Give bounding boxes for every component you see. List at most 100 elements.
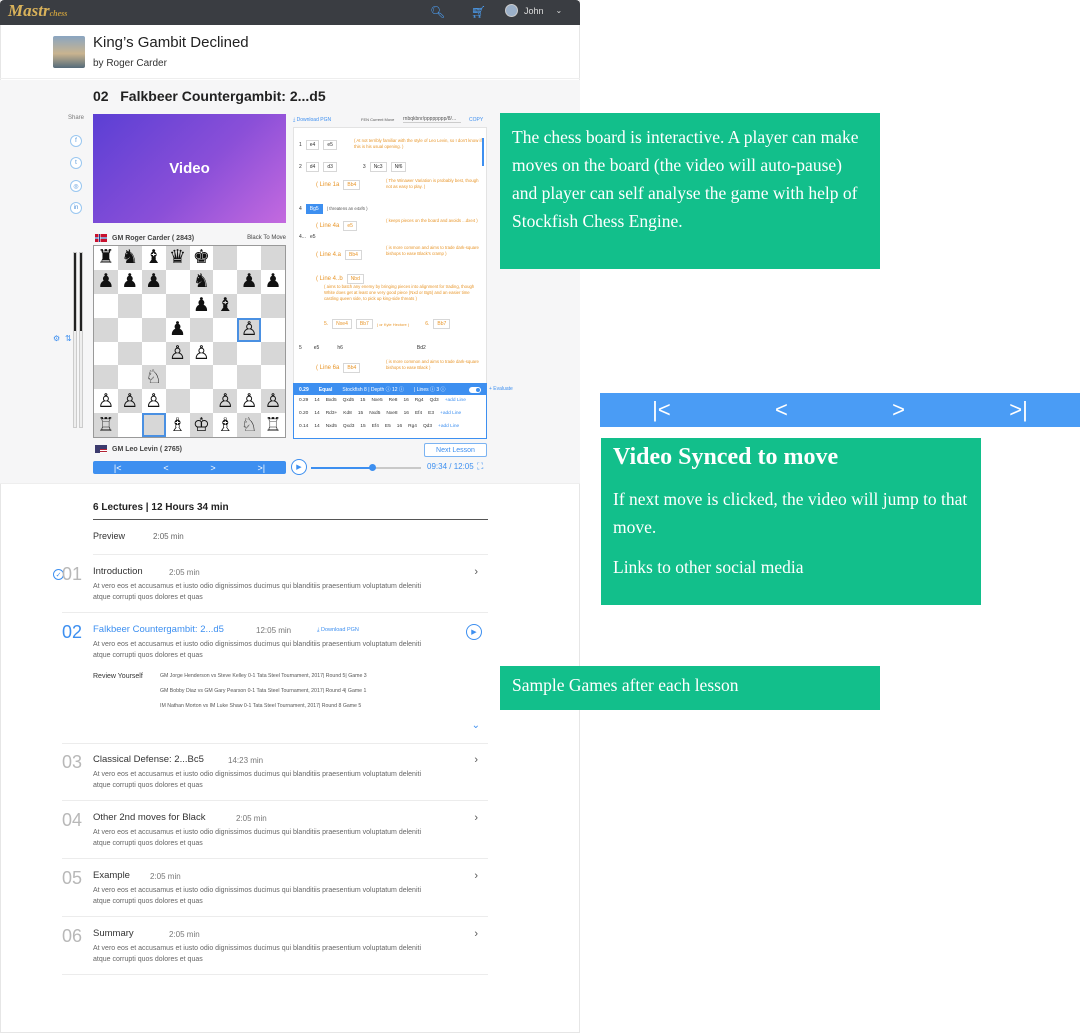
- prev-move-icon[interactable]: <: [775, 397, 788, 423]
- move-chip[interactable]: Nxe4: [332, 319, 352, 329]
- video-progress-track[interactable]: [311, 467, 421, 469]
- move-text[interactable]: e5: [314, 345, 320, 351]
- board-square[interactable]: ♞: [117, 246, 142, 270]
- search-icon[interactable]: 🔍︎: [430, 5, 445, 19]
- next-move-button[interactable]: >: [210, 463, 215, 473]
- cart-icon[interactable]: 🛒︎: [471, 5, 486, 19]
- lecture-item[interactable]: 06 Summary 2:05 min At vero eos et accusamu…: [62, 926, 488, 975]
- board-square[interactable]: ♟: [189, 293, 214, 318]
- chevron-right-icon[interactable]: ›: [474, 754, 478, 766]
- board-square[interactable]: ♝: [213, 293, 238, 318]
- move-text[interactable]: e5: [310, 234, 316, 240]
- last-move-button[interactable]: >|: [257, 463, 265, 473]
- board-square[interactable]: [117, 413, 142, 437]
- board-square[interactable]: ♙: [141, 389, 166, 414]
- board-square[interactable]: [213, 246, 238, 270]
- move-chip[interactable]: Nbd: [346, 274, 364, 284]
- board-square[interactable]: [237, 293, 262, 318]
- lecture-item[interactable]: 02 Falkbeer Countergambit: 2...d5 12:05 mi…: [62, 622, 488, 744]
- board-square[interactable]: [117, 293, 142, 318]
- board-square[interactable]: ♞: [189, 269, 214, 294]
- linkedin-icon[interactable]: in: [70, 202, 82, 214]
- play-lecture-icon[interactable]: ▶: [466, 624, 482, 640]
- engine-line[interactable]: 0.29 14 Bxd5 Qxd5 15 Nxe5 Re8 16 Rg4 Qd3 +add Line: [299, 398, 466, 403]
- board-square[interactable]: ♚: [189, 246, 214, 270]
- board-square[interactable]: [141, 341, 166, 366]
- lecture-title[interactable]: Other 2nd moves for Black: [93, 812, 205, 823]
- add-line-link[interactable]: +add Line: [440, 411, 461, 416]
- sample-game-link[interactable]: GM Bobby Diaz vs GM Gary Pearson 0-1 Tat…: [160, 688, 366, 694]
- board-square[interactable]: [261, 246, 285, 270]
- move-chip[interactable]: Bb7: [433, 319, 451, 329]
- board-square[interactable]: [237, 246, 262, 270]
- video-scrubber-handle[interactable]: [368, 464, 376, 471]
- board-square[interactable]: [94, 341, 118, 366]
- board-square[interactable]: [117, 341, 142, 366]
- board-square[interactable]: [117, 317, 142, 342]
- download-pgn-link[interactable]: ⤓ Download PGN: [317, 627, 359, 634]
- app-logo[interactable]: Mastrchess: [8, 1, 67, 21]
- chevron-right-icon[interactable]: ›: [474, 870, 478, 882]
- engine-line[interactable]: 0.20 14 Rd3+ Kd8 15 Nxd5 Nxe8 16 Ef4 E3 +add Line: [299, 411, 461, 416]
- move-chip[interactable]: Nc3: [369, 162, 387, 172]
- move-chip[interactable]: Bb7: [355, 319, 373, 329]
- board-square[interactable]: ♟: [117, 269, 142, 294]
- lecture-title[interactable]: Example: [93, 870, 130, 881]
- sample-game-link[interactable]: GM Jorge Henderson vs Steve Kelley 0-1 T…: [160, 673, 367, 679]
- board-square[interactable]: ♜: [94, 246, 118, 270]
- last-move-icon[interactable]: >|: [1009, 397, 1028, 423]
- board-square[interactable]: ♙: [261, 389, 285, 414]
- board-square[interactable]: [165, 365, 190, 390]
- flip-board-icon[interactable]: ⇅: [65, 334, 72, 343]
- board-square[interactable]: [141, 317, 166, 342]
- board-square[interactable]: [141, 413, 166, 437]
- fen-input[interactable]: rnbqkbnr/pppppppp/8/...: [403, 116, 461, 123]
- move-chip[interactable]: Nf6: [390, 162, 407, 172]
- video-player[interactable]: Video: [93, 114, 286, 223]
- copy-fen-button[interactable]: COPY: [469, 117, 483, 123]
- chevron-right-icon[interactable]: ›: [474, 812, 478, 824]
- move-chip[interactable]: Bb4: [343, 180, 361, 190]
- chevron-down-icon[interactable]: ⌄: [472, 720, 480, 731]
- board-square[interactable]: ♘: [141, 365, 166, 390]
- board-square[interactable]: [117, 365, 142, 390]
- twitter-icon[interactable]: t: [70, 157, 82, 169]
- evaluate-link[interactable]: + Evaluate: [489, 386, 513, 392]
- board-square[interactable]: ♟: [165, 317, 190, 342]
- settings-gear-icon[interactable]: ⚙: [53, 334, 60, 343]
- board-square[interactable]: ♟: [94, 269, 118, 294]
- add-line-link[interactable]: +add Line: [438, 424, 459, 429]
- lecture-item[interactable]: 01 Introduction 2:05 min At vero eos et acc…: [62, 564, 488, 613]
- lecture-title[interactable]: Falkbeer Countergambit: 2...d5: [93, 624, 224, 635]
- move-list-scrollbar[interactable]: [482, 138, 484, 166]
- board-square[interactable]: [261, 293, 285, 318]
- move-chip[interactable]: d4: [305, 162, 320, 172]
- board-square[interactable]: ♔: [189, 413, 214, 437]
- board-square[interactable]: ♙: [165, 341, 190, 366]
- board-square[interactable]: ♙: [189, 341, 214, 366]
- board-square[interactable]: [94, 317, 118, 342]
- board-square[interactable]: [189, 317, 214, 342]
- move-chip[interactable]: e4: [305, 140, 320, 150]
- engine-toggle[interactable]: [469, 386, 481, 393]
- sample-game-link[interactable]: IM Nathan Morton vs IM Luke Shaw 0-1 Tat…: [160, 703, 361, 709]
- board-square[interactable]: ♙: [213, 389, 238, 414]
- board-square[interactable]: ♟: [141, 269, 166, 294]
- download-pgn-link[interactable]: ⤓ Download PGN: [293, 117, 331, 123]
- board-square[interactable]: [94, 293, 118, 318]
- lecture-title[interactable]: Classical Defense: 2...Bc5: [93, 754, 204, 765]
- board-square[interactable]: ♗: [165, 413, 190, 437]
- play-button[interactable]: ▶: [291, 459, 307, 475]
- board-square[interactable]: [165, 389, 190, 414]
- user-menu[interactable]: John ⌄: [505, 4, 562, 17]
- board-square[interactable]: [237, 341, 262, 366]
- move-chip[interactable]: Bb4: [343, 363, 361, 373]
- current-move-chip[interactable]: Bg5: [305, 204, 323, 214]
- move-chip[interactable]: e5: [343, 221, 357, 231]
- engine-line[interactable]: 0.14 14 Nxd5 Qxd3 15 Ef4 E5 16 Rg4 Qd3 +add Line: [299, 424, 459, 429]
- board-square[interactable]: ♝: [141, 246, 166, 270]
- board-square[interactable]: ♙: [117, 389, 142, 414]
- board-square[interactable]: ♖: [261, 413, 285, 437]
- move-text[interactable]: h6: [337, 345, 343, 351]
- lecture-title[interactable]: Introduction: [93, 566, 143, 577]
